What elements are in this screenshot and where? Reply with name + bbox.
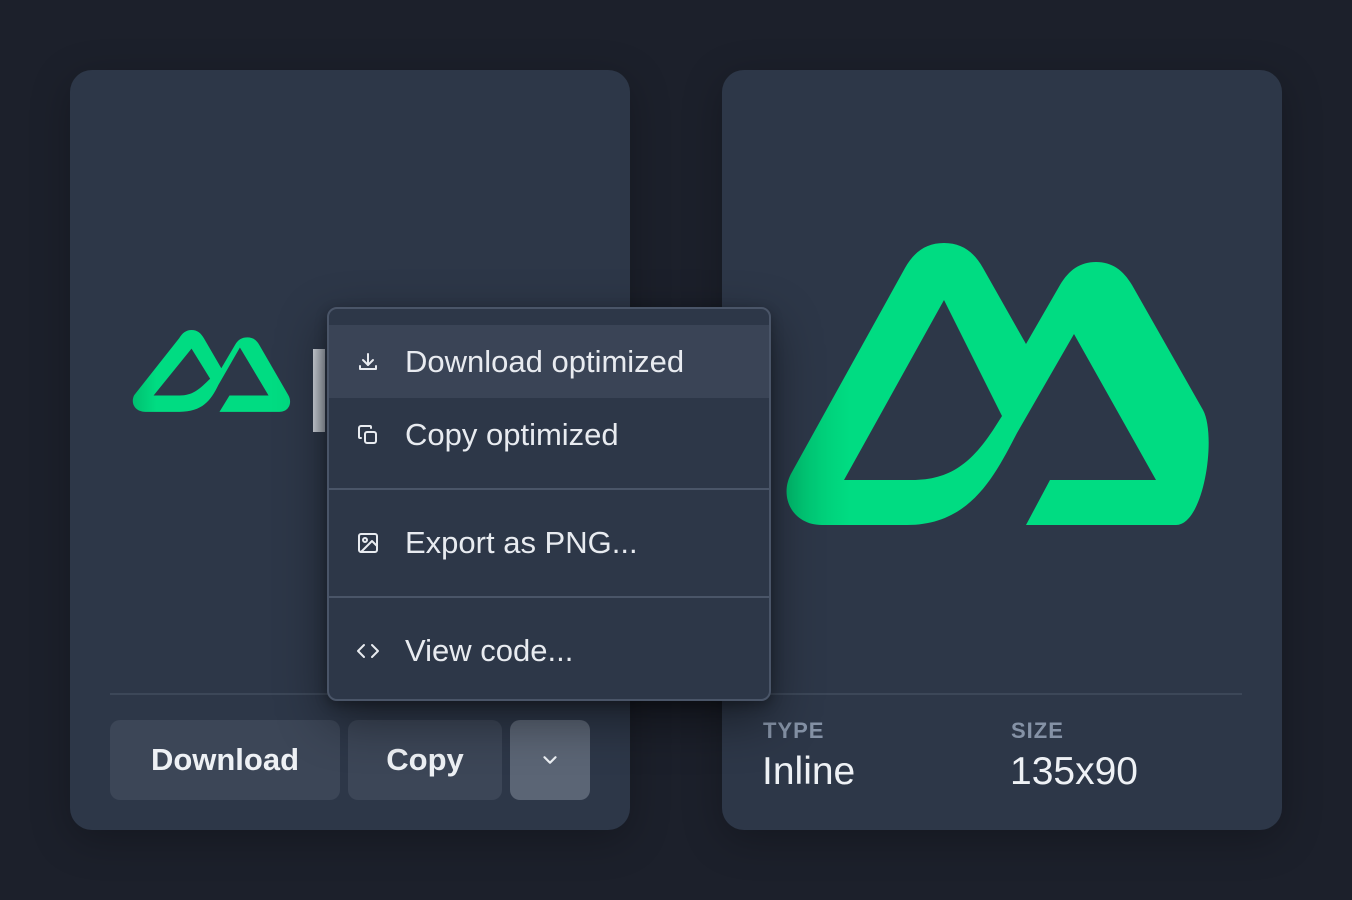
options-dropdown-menu: Download optimized Copy optimized Export… [327,307,771,701]
size-label: SIZE [1011,718,1064,743]
code-icon [355,638,381,664]
more-options-button[interactable] [510,720,590,800]
menu-item-label: Download optimized [405,343,685,379]
menu-item-label: View code... [405,632,574,668]
type-value: Inline [762,750,856,793]
card-divider [762,693,1242,695]
logo-wordmark-fragment [313,349,325,432]
chevron-down-icon [543,756,557,764]
size-value: 135x90 [1010,750,1138,793]
menu-item-view-code[interactable]: View code... [329,614,769,687]
image-icon [355,530,381,556]
nuxt-logo-icon [132,329,291,412]
download-icon [355,349,381,375]
menu-item-copy-optimized[interactable]: Copy optimized [329,398,769,471]
menu-item-export-png[interactable]: Export as PNG... [329,506,769,579]
menu-item-label: Export as PNG... [405,524,638,560]
menu-item-download-optimized[interactable]: Download optimized [329,325,769,398]
menu-separator [329,488,769,490]
type-label: TYPE [763,718,825,743]
copy-button[interactable]: Copy [348,720,502,800]
download-button[interactable]: Download [110,720,340,800]
menu-item-label: Copy optimized [405,416,619,452]
nuxt-logo-icon [786,243,1209,525]
asset-card-details: TYPE Inline SIZE 135x90 [722,70,1282,830]
menu-separator [329,596,769,598]
copy-icon [355,422,381,448]
